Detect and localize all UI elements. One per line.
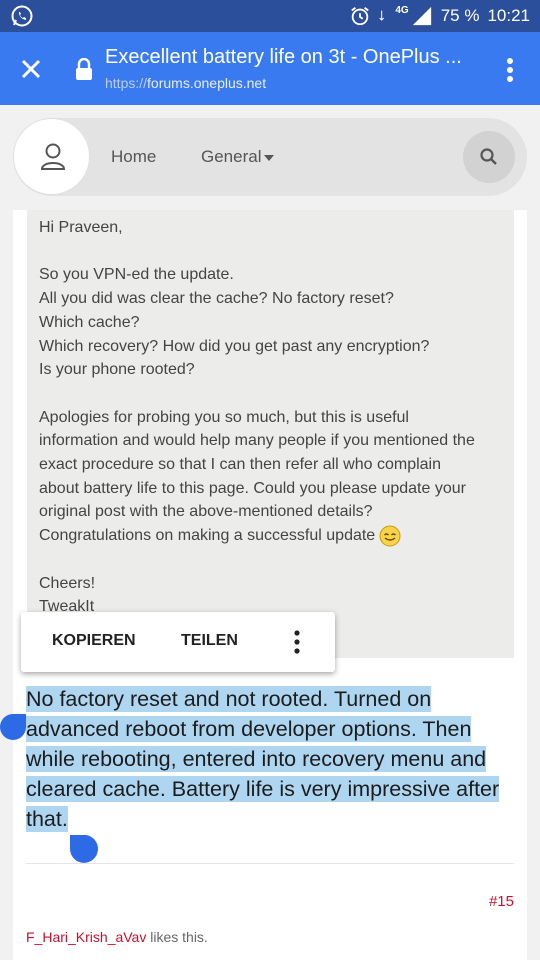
signal-icon [412,6,431,26]
overflow-menu-icon[interactable] [500,56,520,84]
network-type: 4G [395,4,409,16]
selection-start-handle[interactable] [0,714,26,741]
close-icon[interactable] [16,54,46,84]
battery-percent: 75 % [440,6,480,25]
url-protocol: https:// [105,75,148,91]
likes-suffix: likes this. [146,929,208,945]
quote-line: about battery life to this page. Could y… [39,479,466,497]
quote-line: original post with the above-mentioned d… [39,503,373,521]
more-options-icon[interactable] [292,630,302,654]
browser-toolbar: Execellent battery life on 3t - OnePlus … [0,32,540,105]
post-number-link[interactable]: #15 [489,893,514,910]
data-arrows-icon [379,10,385,21]
quote-line-congrats: Congratulations on making a successful u… [39,524,509,548]
liker-link[interactable]: F_Hari_Krish_aVav [26,929,146,945]
user-icon [40,143,66,170]
selection-context-menu: KOPIEREN TEILEN [21,612,335,672]
lock-icon [76,58,92,80]
selected-text[interactable]: No factory reset and not rooted. Turned … [26,686,500,832]
quote-line: information and would help many people i… [39,432,475,450]
search-button[interactable] [463,131,515,183]
url-host: forums.oneplus.net [147,75,267,91]
quoted-message: Hi Praveen, So you VPN-ed the update. Al… [27,210,514,658]
share-button[interactable]: TEILEN [181,632,238,650]
page-title: Execellent battery life on 3t - OnePlus … [105,46,462,68]
copy-button[interactable]: KOPIEREN [52,632,136,650]
chevron-down-icon [264,154,275,161]
nav-general-label: General [201,147,262,166]
post-body[interactable]: No factory reset and not rooted. Turned … [26,684,516,834]
whatsapp-icon [11,5,33,27]
quote-line: Cheers! [39,574,96,592]
quote-line: Which cache? [39,313,140,331]
account-button[interactable] [13,118,90,195]
quote-line: Apologies for probing you so much, but t… [39,408,409,426]
quote-text: Hi Praveen, So you VPN-ed the update. Al… [39,216,509,619]
quote-line: All you did was clear the cache? No fact… [39,290,394,308]
smiley-icon [379,525,401,547]
page-url: https://forums.oneplus.net [105,75,266,91]
quote-line: Hi Praveen, [39,219,123,236]
congrats-text: Congratulations on making a successful u… [39,527,376,545]
nav-general-dropdown[interactable]: General [201,147,275,167]
likes-summary: F_Hari_Krish_aVav likes this. [26,929,208,945]
forum-nav: Home General [13,118,527,196]
divider [26,863,514,864]
search-icon [480,148,497,165]
selection-end-handle[interactable] [70,835,100,863]
quote-line: Which recovery? How did you get past any… [39,337,430,355]
quote-line: So you VPN-ed the update. [39,266,234,284]
alarm-icon [351,7,370,26]
nav-home-link[interactable]: Home [111,147,156,167]
clock: 10:21 [487,6,530,25]
quote-line: exact procedure so that I can then refer… [39,456,441,473]
quote-line: Is your phone rooted? [39,361,195,379]
status-bar: 4G 75 % 10:21 [0,0,540,32]
